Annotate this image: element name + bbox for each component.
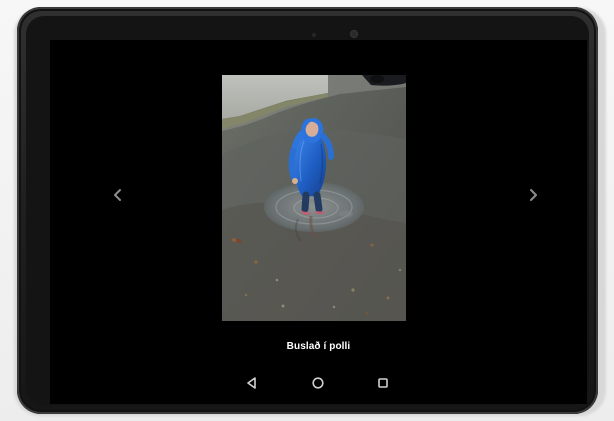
child-in-puddle-image	[222, 75, 406, 321]
home-button[interactable]	[306, 373, 330, 393]
sensor-dot	[312, 33, 316, 37]
prev-photo-button[interactable]	[109, 186, 127, 204]
home-circle-icon	[312, 377, 324, 389]
back-button[interactable]	[240, 373, 264, 393]
next-photo-button[interactable]	[524, 186, 542, 204]
tablet-screen: Buslað í polli	[50, 40, 587, 364]
photo-caption: Buslað í polli	[286, 341, 351, 352]
front-camera	[351, 31, 357, 37]
gallery-photo	[222, 75, 406, 321]
android-navigation-bar	[50, 364, 587, 404]
back-triangle-icon	[247, 377, 256, 389]
page-canvas: Buslað í polli	[0, 0, 614, 421]
recents-button[interactable]	[371, 373, 395, 393]
chevron-left-icon	[114, 189, 121, 201]
recents-square-icon	[378, 378, 388, 388]
chevron-right-icon	[530, 189, 537, 201]
